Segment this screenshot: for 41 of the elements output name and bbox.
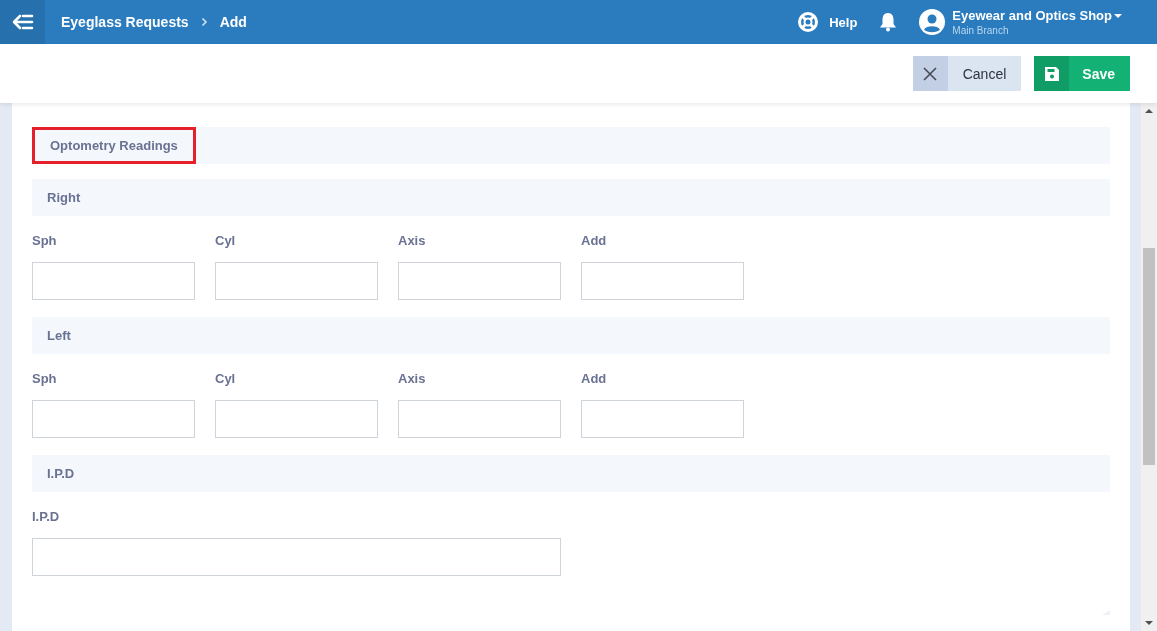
field-label: Add	[581, 371, 608, 388]
group-title: Left	[46, 328, 71, 343]
field-label: Axis	[398, 233, 427, 250]
save-button[interactable]: Save	[1034, 56, 1130, 91]
field-label: Sph	[32, 371, 58, 388]
input-field[interactable]	[398, 262, 561, 300]
section-title: Optometry Readings	[32, 127, 196, 164]
branch-name: Main Branch	[952, 25, 1009, 36]
field-label: I.P.D	[32, 509, 61, 526]
field-label: Axis	[398, 371, 427, 388]
input-field[interactable]	[581, 262, 744, 300]
field-label: Sph	[32, 233, 58, 250]
field-label: Add	[581, 233, 608, 250]
input-field[interactable]	[215, 400, 378, 438]
help-button[interactable]: Help	[797, 11, 858, 33]
field-label: Cyl	[215, 233, 237, 250]
input-field[interactable]	[32, 400, 195, 438]
group-title: I.P.D	[46, 466, 75, 481]
chevron-icon	[200, 17, 208, 27]
cancel-button[interactable]: Cancel	[912, 56, 1022, 91]
scroll-down-icon[interactable]	[1145, 621, 1153, 625]
scroll-up-icon[interactable]	[1145, 109, 1153, 113]
account-name[interactable]: Eyewear and Optics Shop	[952, 8, 1112, 23]
lifebuoy-icon	[797, 11, 820, 33]
scrollbar-thumb[interactable]	[1143, 248, 1155, 465]
notification-bell-icon[interactable]	[879, 12, 898, 32]
field-label: Cyl	[215, 371, 237, 388]
caret-icon[interactable]	[1114, 13, 1122, 18]
back-menu-button[interactable]	[0, 0, 45, 44]
scrollbar[interactable]	[1141, 103, 1157, 631]
user-avatar-icon[interactable]	[919, 9, 946, 35]
close-icon	[923, 66, 938, 81]
input-field[interactable]	[215, 262, 378, 300]
breadcrumb-link[interactable]: Add	[219, 14, 247, 30]
input-field[interactable]	[32, 538, 561, 576]
back-arrow-menu-icon	[11, 14, 34, 30]
input-field[interactable]	[581, 400, 744, 438]
breadcrumb-link[interactable]: Eyeglass Requests	[61, 14, 189, 30]
input-field[interactable]	[398, 400, 561, 438]
input-field[interactable]	[32, 262, 195, 300]
group-title: Right	[46, 190, 81, 205]
